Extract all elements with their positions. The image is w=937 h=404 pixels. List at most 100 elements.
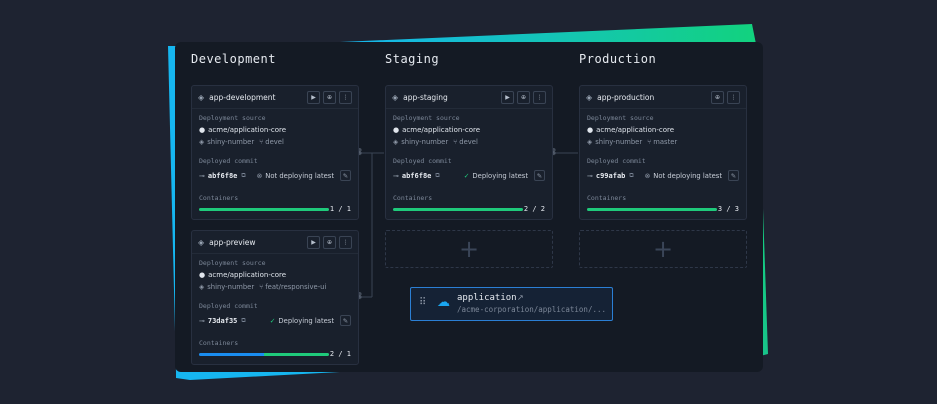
play-button[interactable]: ▶ <box>307 90 320 104</box>
edit-button[interactable]: ✎ <box>340 170 351 181</box>
play-button[interactable]: ▶ <box>501 90 514 104</box>
edit-button[interactable]: ✎ <box>728 170 739 181</box>
pencil-icon: ✎ <box>730 171 737 180</box>
more-button[interactable]: ⋮ <box>339 235 352 249</box>
globe-button[interactable]: ⊕ <box>711 90 724 104</box>
pencil-icon: ✎ <box>342 316 349 325</box>
check-circle-icon: ✓ <box>463 171 470 180</box>
more-button[interactable]: ⋮ <box>533 90 546 104</box>
containers-progress <box>393 208 523 211</box>
deployment-source-label: Deployment source <box>393 114 460 122</box>
layers-icon: ◈ <box>587 138 593 146</box>
env-row: ◈ shiny-number ⑂ master <box>587 138 677 146</box>
containers-label: Containers <box>393 194 433 202</box>
branch-name: devel <box>265 138 284 146</box>
commit-hash: c99afab <box>595 171 626 180</box>
deployed-commit-label: Deployed commit <box>587 157 646 165</box>
edit-button[interactable]: ✎ <box>534 170 545 181</box>
copy-icon[interactable]: ⧉ <box>629 172 633 180</box>
kebab-icon: ⋮ <box>730 93 737 101</box>
deploy-status: ✓ Deploying latest <box>464 172 528 180</box>
containers-label: Containers <box>199 194 239 202</box>
commit-hash: abf6f8e <box>207 171 238 180</box>
branch-icon: ⑂ <box>453 138 458 146</box>
containers-label: Containers <box>199 339 239 347</box>
layers-icon: ◈ <box>199 138 205 146</box>
globe-icon: ⊕ <box>326 93 333 101</box>
containers-count: 2 / 1 <box>329 350 351 358</box>
copy-icon[interactable]: ⧉ <box>241 172 245 180</box>
kebab-icon: ⋮ <box>536 93 543 101</box>
plus-icon: + <box>458 235 480 263</box>
repo-row[interactable]: ● acme/application-core <box>199 271 286 279</box>
app-card-development[interactable]: ◈ app-development ▶ ⊕ ⋮ Deployment sourc… <box>191 85 359 220</box>
containers-progress <box>199 353 329 356</box>
commit-hash: abf6f8e <box>401 171 432 180</box>
app-stack-icon: ◈ <box>586 92 593 102</box>
app-card-preview[interactable]: ◈ app-preview ▶ ⊕ ⋮ Deployment source ● a… <box>191 230 359 365</box>
deployed-commit-label: Deployed commit <box>199 157 258 165</box>
env-row: ◈ shiny-number ⑂ devel <box>393 138 478 146</box>
edit-button[interactable]: ✎ <box>340 315 351 326</box>
github-icon: ● <box>393 126 400 134</box>
play-icon: ▶ <box>311 238 316 246</box>
env-name: shiny-number <box>207 283 255 291</box>
commit-icon: ⊸ <box>393 171 399 180</box>
external-link-icon[interactable]: ↗ <box>517 293 524 302</box>
globe-icon: ⊕ <box>326 238 333 246</box>
commit-row: ⊸ 73daf35 ⧉ ✓ Deploying latest ✎ <box>199 315 351 326</box>
check-circle-icon: ✓ <box>269 316 276 325</box>
app-stack-icon: ◈ <box>198 237 205 247</box>
repo-tile-name: application <box>457 293 517 303</box>
kebab-icon: ⋮ <box>342 93 349 101</box>
containers-count: 3 / 3 <box>717 205 739 213</box>
layers-icon: ◈ <box>199 283 205 291</box>
repo-name: acme/application-core <box>208 126 287 134</box>
containers-progress <box>587 208 717 211</box>
play-icon: ▶ <box>505 93 510 101</box>
more-button[interactable]: ⋮ <box>727 90 740 104</box>
more-button[interactable]: ⋮ <box>339 90 352 104</box>
containers-count: 2 / 2 <box>523 205 545 213</box>
repo-name: acme/application-core <box>596 126 675 134</box>
commit-icon: ⊸ <box>199 316 205 325</box>
play-button[interactable]: ▶ <box>307 235 320 249</box>
copy-icon[interactable]: ⧉ <box>435 172 439 180</box>
deployed-commit-label: Deployed commit <box>393 157 452 165</box>
add-app-slot-production[interactable]: + <box>579 230 747 268</box>
deploy-status-text: Deploying latest <box>278 316 334 325</box>
repo-row[interactable]: ● acme/application-core <box>587 126 674 134</box>
deployment-source-label: Deployment source <box>199 114 266 122</box>
env-row: ◈ shiny-number ⑂ feat/responsive-ui <box>199 283 326 291</box>
globe-button[interactable]: ⊕ <box>323 235 336 249</box>
deploy-status: ⊗ Not deploying latest <box>257 172 334 180</box>
commit-icon: ⊸ <box>199 171 205 180</box>
globe-button[interactable]: ⊕ <box>323 90 336 104</box>
commit-icon: ⊸ <box>587 171 593 180</box>
deploy-status-text: Not deploying latest <box>653 171 722 180</box>
branch-name: feat/responsive-ui <box>265 283 327 291</box>
app-name: app-production <box>597 92 655 102</box>
copy-icon[interactable]: ⧉ <box>241 317 245 325</box>
repo-row[interactable]: ● acme/application-core <box>393 126 480 134</box>
app-name: app-preview <box>209 237 256 247</box>
app-card-production[interactable]: ◈ app-production ⊕ ⋮ Deployment source ●… <box>579 85 747 220</box>
repo-tile[interactable]: ⠿ ☁ application ↗ /acme-corporation/appl… <box>410 287 613 321</box>
deploy-status-text: Deploying latest <box>472 171 528 180</box>
containers-label: Containers <box>587 194 627 202</box>
app-card-staging[interactable]: ◈ app-staging ▶ ⊕ ⋮ Deployment source ● a… <box>385 85 553 220</box>
globe-button[interactable]: ⊕ <box>517 90 530 104</box>
app-stack-icon: ◈ <box>392 92 399 102</box>
play-icon: ▶ <box>311 93 316 101</box>
add-app-slot-staging[interactable]: + <box>385 230 553 268</box>
deployed-commit-label: Deployed commit <box>199 302 258 310</box>
repo-row[interactable]: ● acme/application-core <box>199 126 286 134</box>
app-name: app-development <box>209 92 276 102</box>
repo-name: acme/application-core <box>402 126 481 134</box>
drag-handle-icon[interactable]: ⠿ <box>419 297 426 308</box>
deploy-status: ⊗ Not deploying latest <box>645 172 722 180</box>
app-stack-icon: ◈ <box>198 92 205 102</box>
app-name: app-staging <box>403 92 448 102</box>
deploy-status: ✓ Deploying latest <box>270 317 334 325</box>
env-name: shiny-number <box>207 138 255 146</box>
